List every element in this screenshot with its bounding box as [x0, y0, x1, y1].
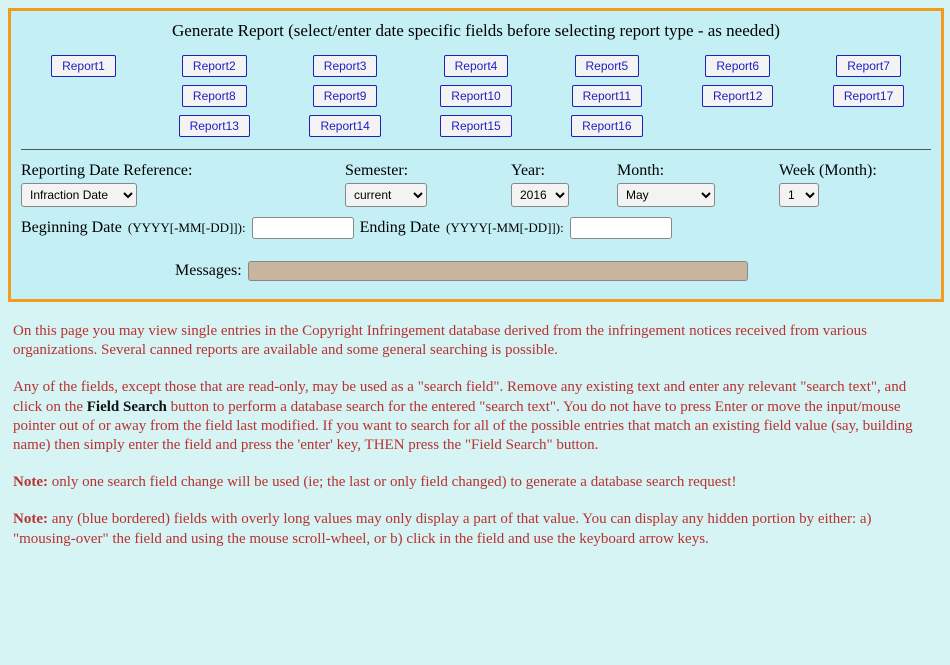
search-instructions-paragraph: Any of the fields, except those that are… [13, 378, 937, 455]
ref-select[interactable]: Infraction Date [21, 183, 137, 207]
report9-button[interactable]: Report9 [313, 85, 378, 107]
semester-select[interactable]: current [345, 183, 427, 207]
semester-label: Semester: [345, 162, 511, 180]
note-label: Note: [13, 511, 48, 527]
year-label: Year: [511, 162, 617, 180]
report5-button[interactable]: Report5 [575, 55, 640, 77]
report12-button[interactable]: Report12 [702, 85, 773, 107]
begin-date-hint: (YYYY[-MM[-DD]]): [128, 220, 246, 236]
report2-button[interactable]: Report2 [182, 55, 247, 77]
report16-button[interactable]: Report16 [571, 115, 642, 137]
divider [21, 149, 931, 150]
begin-date-input[interactable] [252, 217, 354, 239]
end-date-label: Ending Date [360, 219, 440, 237]
note-1-paragraph: Note: only one search field change will … [13, 473, 937, 492]
messages-label: Messages: [175, 262, 242, 280]
report4-button[interactable]: Report4 [444, 55, 509, 77]
instructions: On this page you may view single entries… [3, 320, 947, 577]
intro-paragraph: On this page you may view single entries… [13, 322, 937, 360]
report14-button[interactable]: Report14 [309, 115, 380, 137]
report7-button[interactable]: Report7 [836, 55, 901, 77]
panel-title: Generate Report (select/enter date speci… [21, 21, 931, 41]
end-date-hint: (YYYY[-MM[-DD]]): [446, 220, 564, 236]
note-label: Note: [13, 474, 48, 490]
report10-button[interactable]: Report10 [440, 85, 511, 107]
report13-button[interactable]: Report13 [179, 115, 250, 137]
report1-button[interactable]: Report1 [51, 55, 116, 77]
messages-field[interactable] [248, 261, 748, 281]
report15-button[interactable]: Report15 [440, 115, 511, 137]
report11-button[interactable]: Report11 [572, 85, 642, 107]
month-label: Month: [617, 162, 779, 180]
filters-row-1: Reporting Date Reference: Infraction Dat… [21, 162, 931, 207]
report-buttons-grid: Report1 Report2 Report3 Report4 Report5 … [21, 55, 931, 137]
filters-row-2: Beginning Date (YYYY[-MM[-DD]]): Ending … [21, 217, 931, 239]
year-select[interactable]: 2016 [511, 183, 569, 207]
end-date-input[interactable] [570, 217, 672, 239]
messages-row: Messages: [21, 261, 931, 281]
month-select[interactable]: May [617, 183, 715, 207]
report3-button[interactable]: Report3 [313, 55, 378, 77]
note-2-paragraph: Note: any (blue bordered) fields with ov… [13, 510, 937, 548]
generate-report-panel: Generate Report (select/enter date speci… [8, 8, 944, 302]
week-select[interactable]: 1 [779, 183, 819, 207]
begin-date-label: Beginning Date [21, 219, 122, 237]
week-label: Week (Month): [779, 162, 877, 180]
ref-label: Reporting Date Reference: [21, 162, 345, 180]
report6-button[interactable]: Report6 [705, 55, 770, 77]
report8-button[interactable]: Report8 [182, 85, 247, 107]
field-search-label: Field Search [87, 399, 167, 415]
report17-button[interactable]: Report17 [833, 85, 904, 107]
